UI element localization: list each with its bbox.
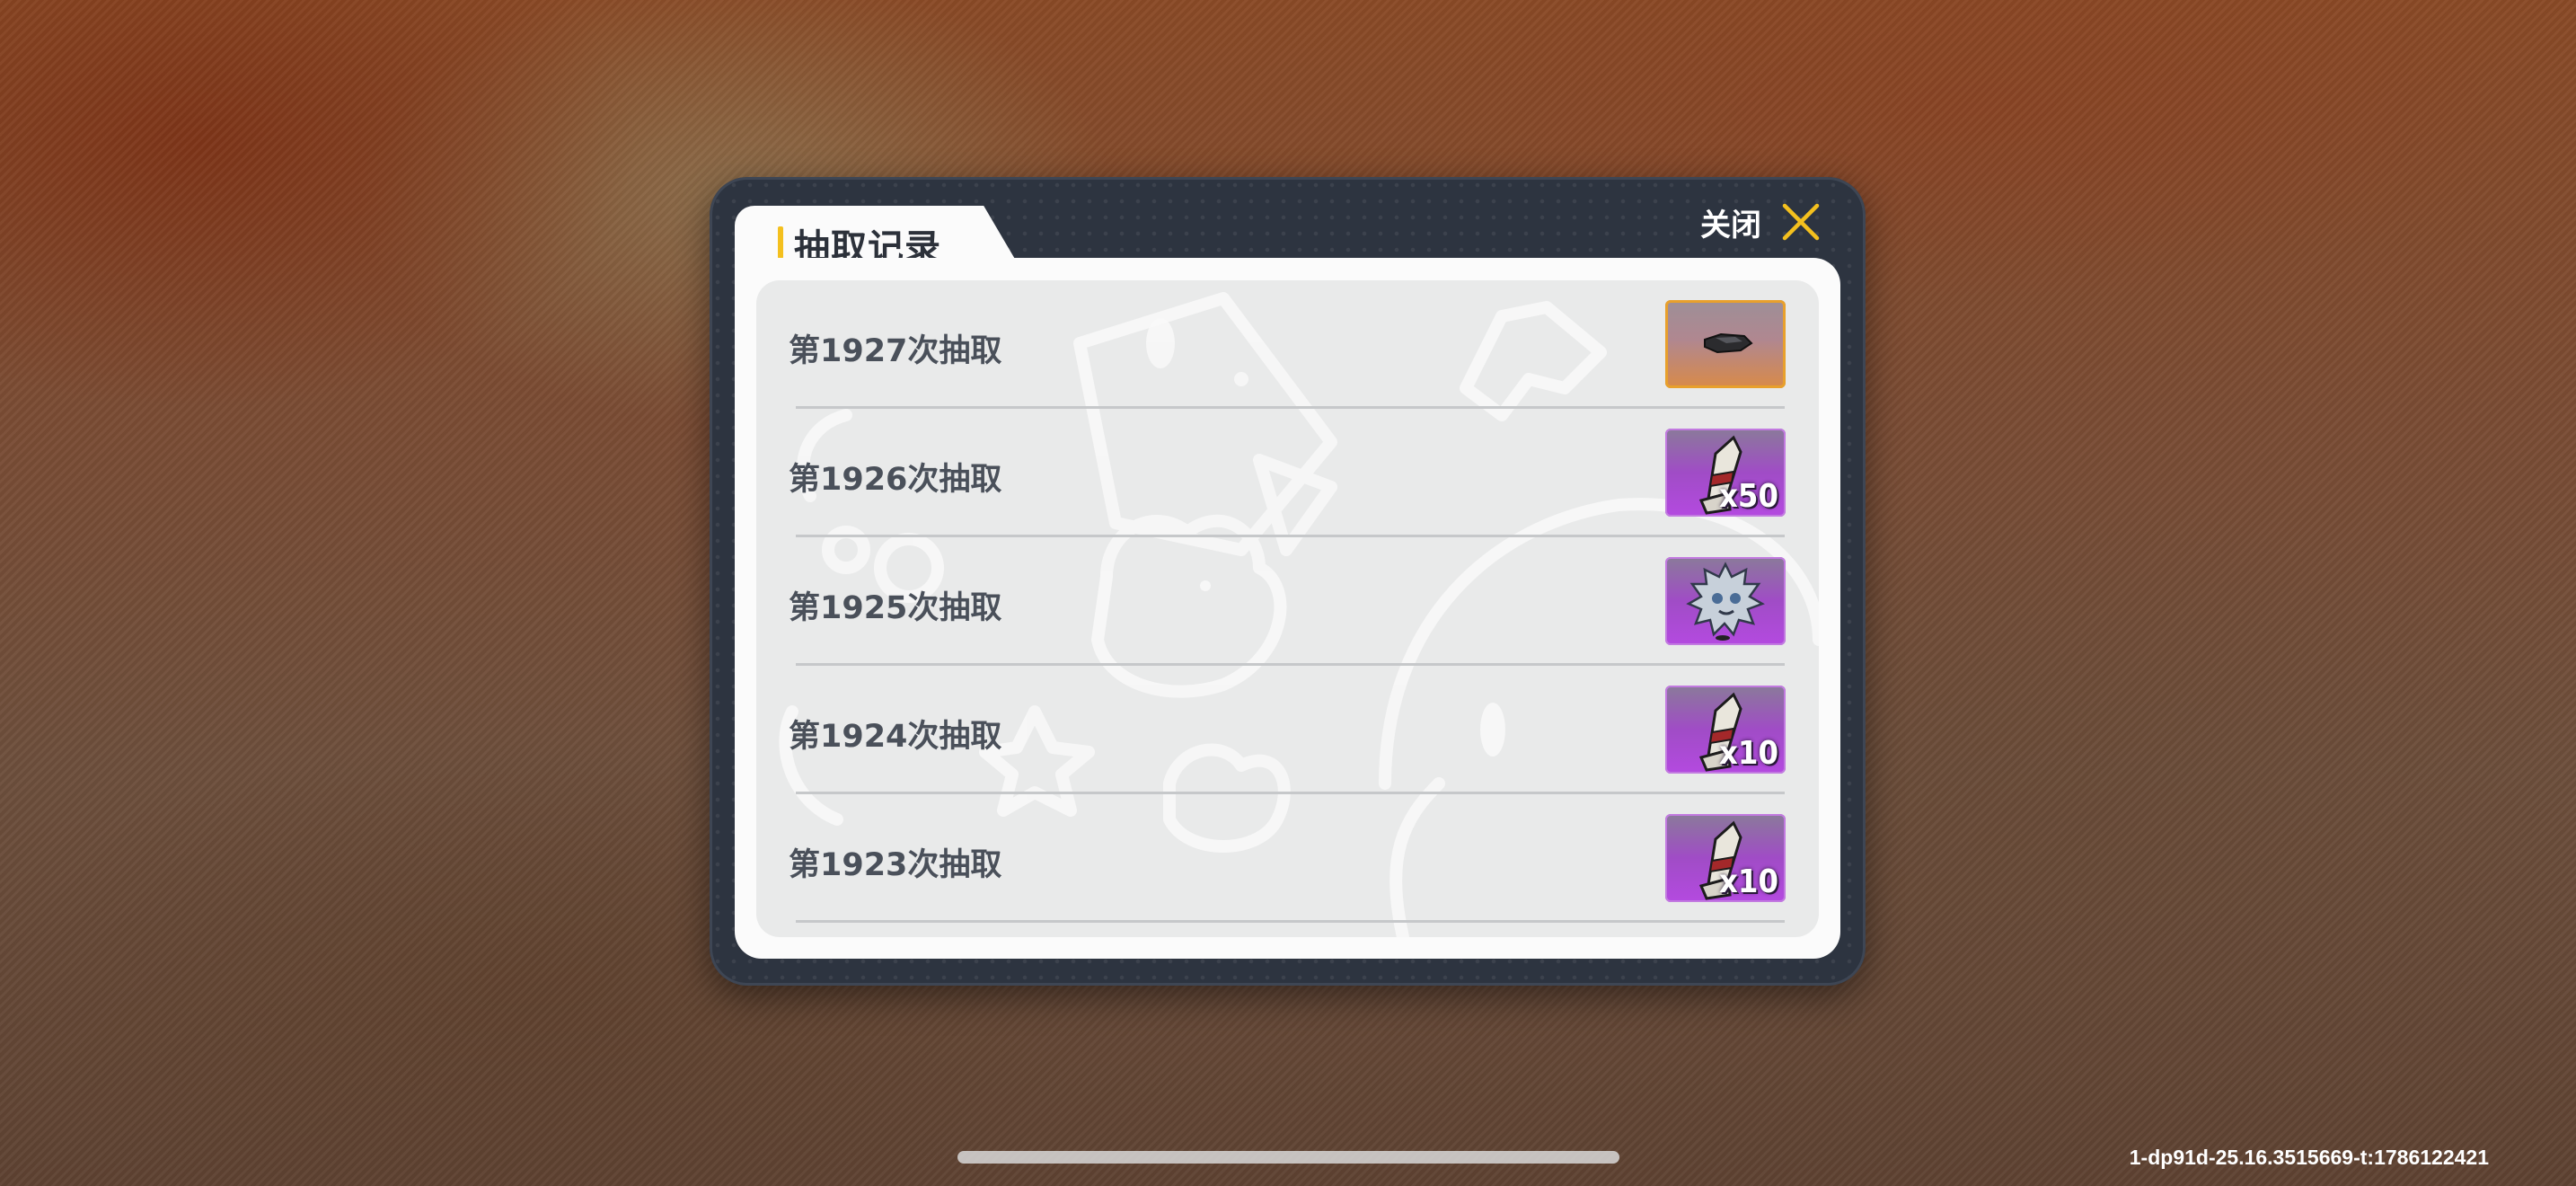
- list-item[interactable]: 第1925次抽取: [756, 537, 1819, 666]
- spiky-creature-icon: [1686, 562, 1765, 641]
- build-version-text: 1-dp91d-25.16.3515669-t:1786122421: [2129, 1146, 2489, 1169]
- home-indicator[interactable]: [957, 1151, 1619, 1164]
- reward-item-tile[interactable]: x10: [1665, 686, 1786, 774]
- item-quantity: x10: [1719, 735, 1778, 772]
- draw-record-label: 第1923次抽取: [789, 847, 1002, 883]
- reward-item-tile[interactable]: x50: [1665, 429, 1786, 517]
- reward-item-tile[interactable]: [1665, 557, 1786, 645]
- stone-icon: [1704, 332, 1753, 354]
- list-item[interactable]: 第1923次抽取 x10: [756, 794, 1819, 923]
- record-list[interactable]: 第1927次抽取 第1926次抽取 x50 第1925次抽取 第1924次抽取 …: [756, 280, 1819, 937]
- reward-item-tile[interactable]: [1665, 300, 1786, 388]
- reward-item-tile[interactable]: x10: [1665, 814, 1786, 902]
- item-quantity: x50: [1719, 478, 1778, 515]
- list-item[interactable]: 第1927次抽取: [756, 280, 1819, 409]
- item-quantity: x10: [1719, 863, 1778, 900]
- list-item[interactable]: 第1924次抽取 x10: [756, 666, 1819, 794]
- draw-history-dialog: 抽取记录 关闭 第1927次抽取 第1926次抽取 x50 第1925次抽取 第…: [710, 177, 1866, 986]
- draw-record-label: 第1926次抽取: [789, 462, 1002, 498]
- dialog-panel: 第1927次抽取 第1926次抽取 x50 第1925次抽取 第1924次抽取 …: [735, 258, 1840, 959]
- close-label: 关闭: [1700, 207, 1761, 243]
- draw-record-label: 第1925次抽取: [789, 590, 1002, 626]
- close-button[interactable]: 关闭: [1700, 195, 1821, 249]
- list-item[interactable]: 第1926次抽取 x50: [756, 409, 1819, 537]
- close-icon: [1782, 203, 1820, 241]
- row-divider: [796, 920, 1785, 923]
- title-accent-bar: [778, 226, 783, 259]
- draw-record-label: 第1927次抽取: [789, 333, 1002, 369]
- draw-record-label: 第1924次抽取: [789, 719, 1002, 755]
